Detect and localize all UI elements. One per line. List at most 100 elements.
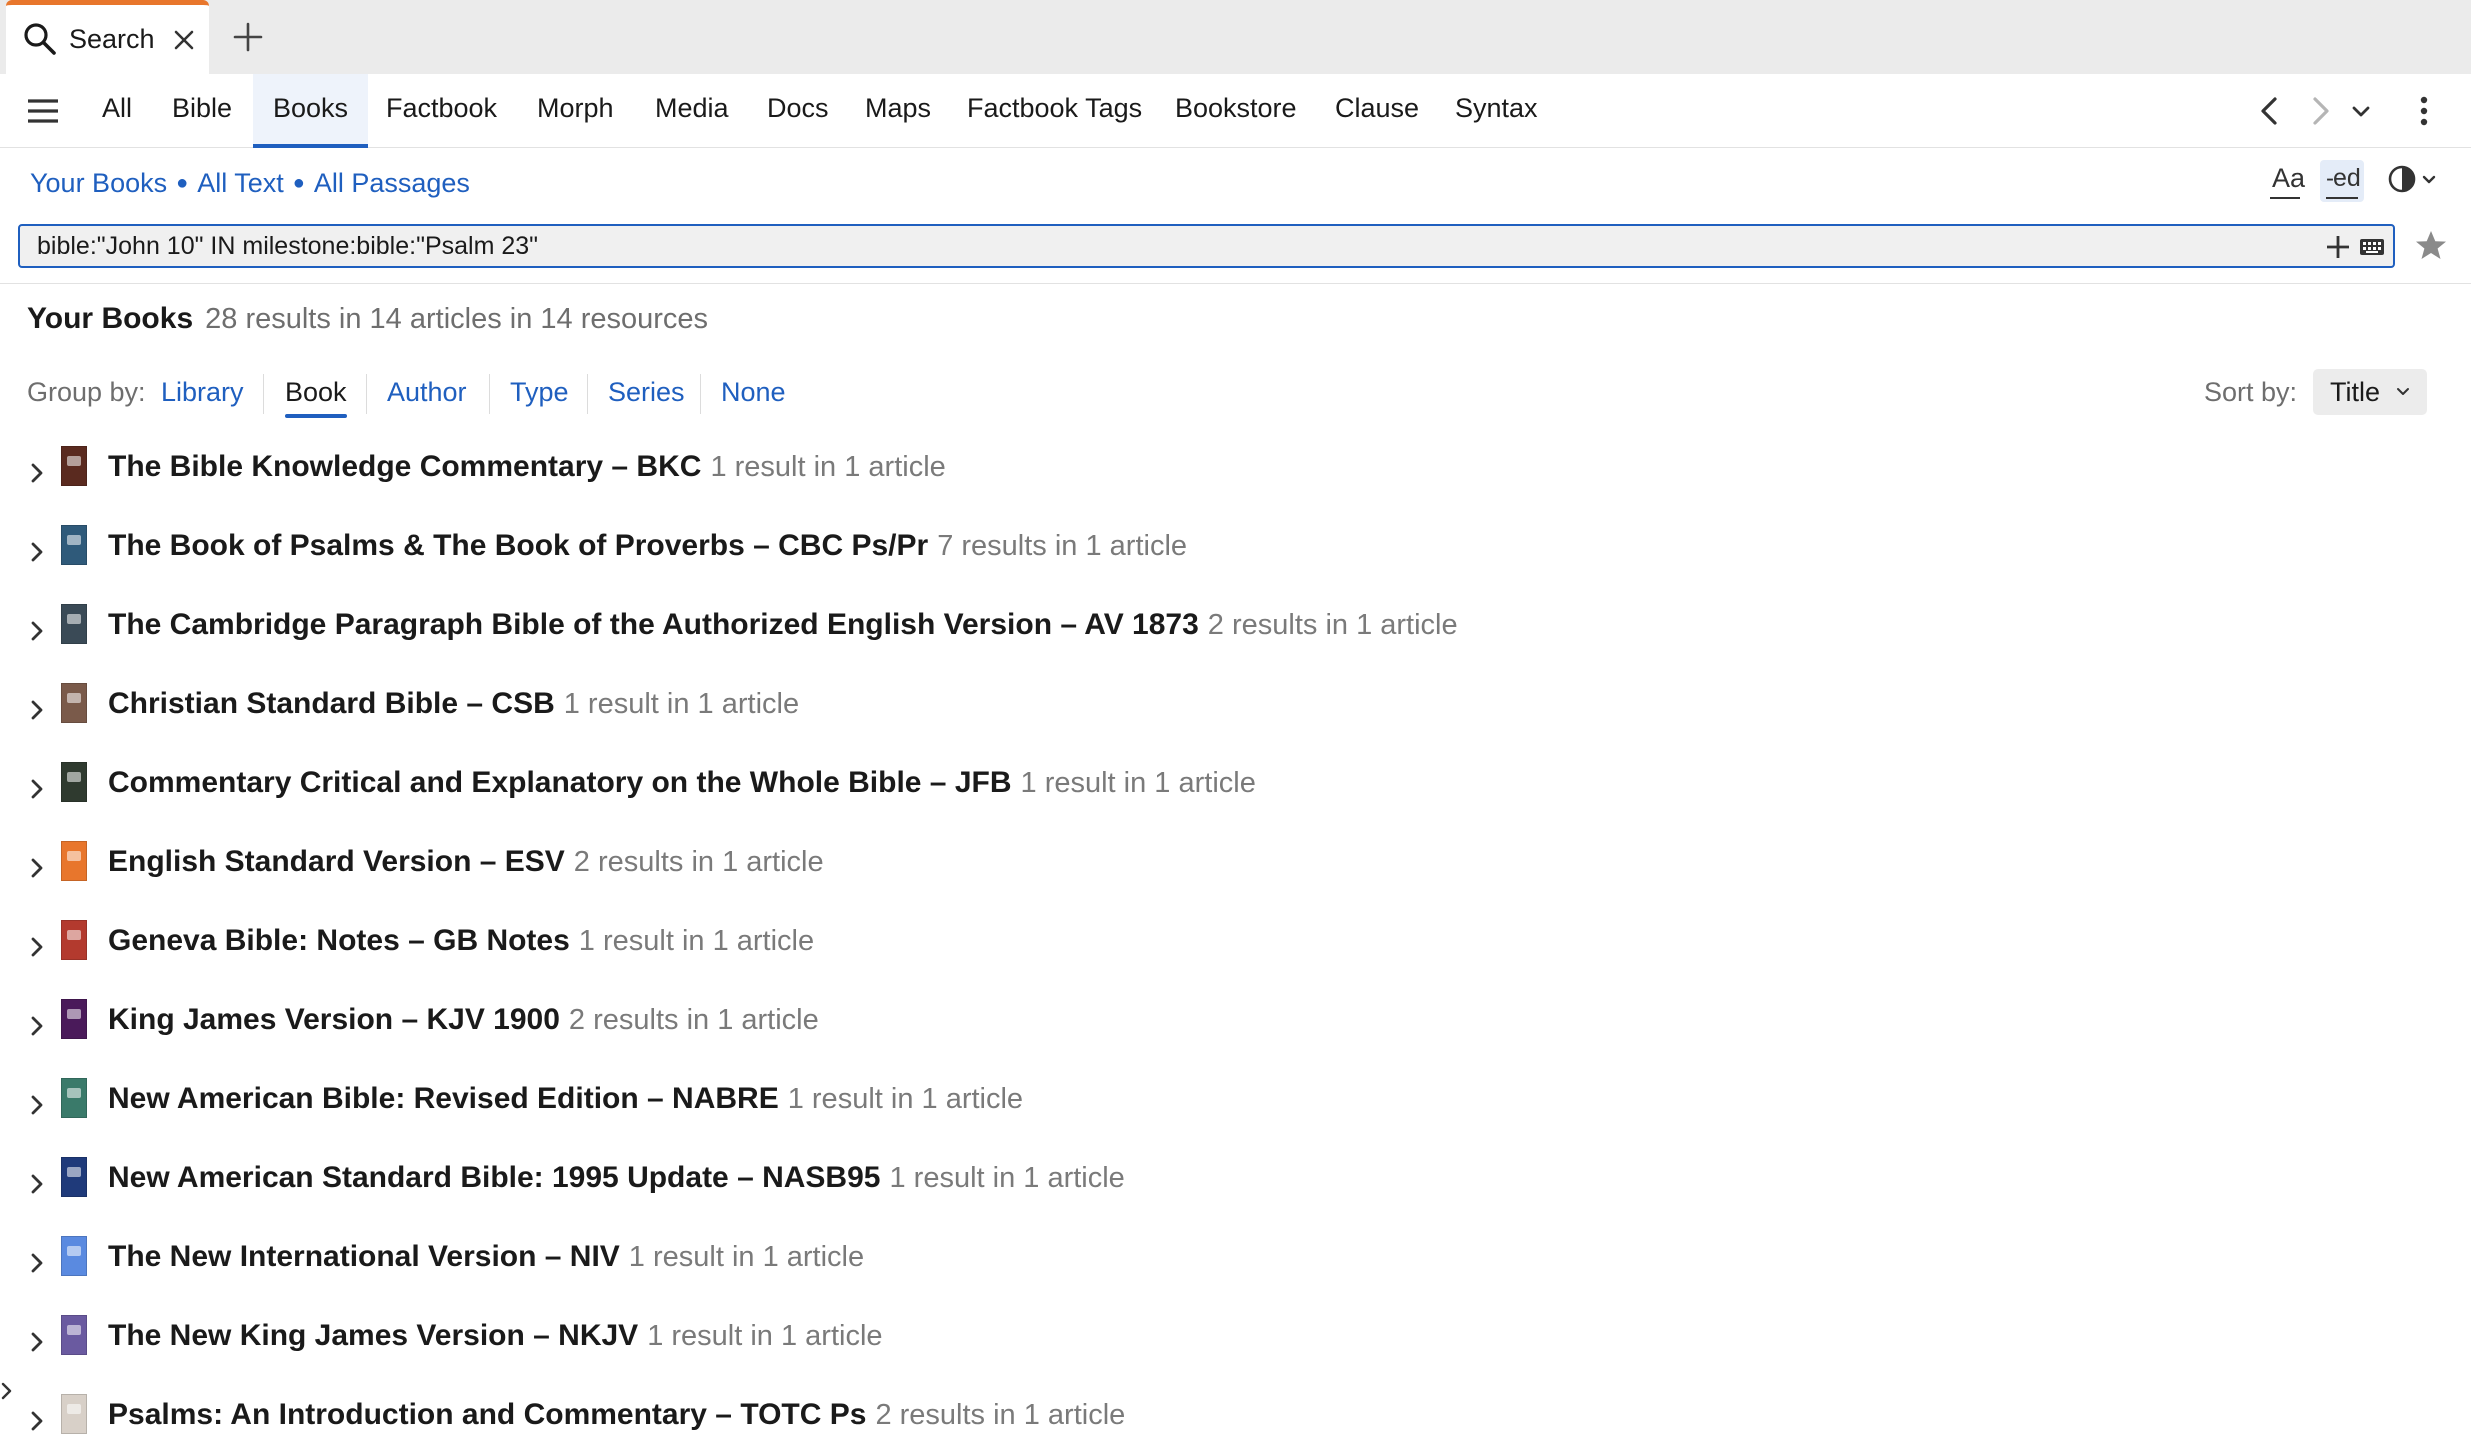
search-type-bar: All Bible Books Factbook Morph Media Doc…	[0, 74, 2471, 148]
chevron-right-icon[interactable]	[28, 1250, 46, 1276]
result-count: 1 result in 1 article	[710, 451, 946, 483]
nav-bible[interactable]: Bible	[172, 74, 232, 148]
chevron-right-icon[interactable]	[28, 1092, 46, 1118]
book-cover-thumbnail	[61, 1157, 87, 1197]
keyboard-icon[interactable]	[2359, 237, 2385, 257]
result-count: 2 results in 1 article	[875, 1399, 1126, 1431]
chevron-right-icon[interactable]	[28, 934, 46, 960]
separator-dot: ●	[176, 172, 189, 194]
result-row[interactable]: The Bible Knowledge Commentary – BKC 1 re…	[0, 440, 2471, 519]
separator	[587, 374, 588, 414]
chevron-right-icon[interactable]	[28, 1171, 46, 1197]
group-by-series[interactable]: Series	[608, 377, 685, 408]
result-title: English Standard Version – ESV 2 results …	[108, 845, 824, 879]
panel-expand-chevron-icon[interactable]	[0, 1380, 14, 1402]
nav-docs[interactable]: Docs	[767, 74, 829, 148]
result-title: Psalms: An Introduction and Commentary –…	[108, 1398, 1125, 1432]
result-row[interactable]: The Book of Psalms & The Book of Proverb…	[0, 519, 2471, 598]
chevron-right-icon[interactable]	[28, 1408, 46, 1434]
new-tab-plus-icon[interactable]	[232, 21, 264, 53]
result-row[interactable]: King James Version – KJV 1900 2 results i…	[0, 993, 2471, 1072]
edit-underline	[2326, 197, 2358, 199]
result-count: 1 result in 1 article	[1020, 767, 1256, 799]
book-cover-thumbnail	[61, 920, 87, 960]
tab-strip: Search	[0, 0, 2471, 74]
font-size-button[interactable]: Aa	[2266, 160, 2306, 202]
nav-bookstore[interactable]: Bookstore	[1175, 74, 1297, 148]
search-icon	[24, 23, 56, 55]
result-row[interactable]: Psalms: An Introduction and Commentary –…	[0, 1388, 2471, 1440]
nav-books[interactable]: Books	[253, 74, 369, 148]
chevron-right-icon[interactable]	[28, 539, 46, 565]
add-query-icon[interactable]	[2325, 234, 2351, 260]
chevron-right-icon[interactable]	[28, 697, 46, 723]
result-row[interactable]: The Cambridge Paragraph Bible of the Aut…	[0, 598, 2471, 677]
nav-morph[interactable]: Morph	[537, 74, 614, 148]
result-row[interactable]: Geneva Bible: Notes – GB Notes 1 result i…	[0, 914, 2471, 993]
star-icon[interactable]	[2414, 229, 2448, 263]
result-row[interactable]: The New King James Version – NKJV 1 resul…	[0, 1309, 2471, 1388]
edit-label: ed	[2333, 164, 2361, 192]
chevron-right-icon[interactable]	[28, 618, 46, 644]
group-by-book[interactable]: Book	[285, 377, 347, 408]
book-cover-thumbnail	[61, 1078, 87, 1118]
result-title: King James Version – KJV 1900 2 results i…	[108, 1003, 819, 1037]
resource-name: The Cambridge Paragraph Bible of the Aut…	[108, 608, 1199, 641]
scope-all-text-link[interactable]: All Text	[197, 168, 284, 198]
edit-highlight-button[interactable]: - ed	[2320, 160, 2364, 202]
nav-all[interactable]: All	[102, 74, 132, 148]
result-title: The Bible Knowledge Commentary – BKC 1 re…	[108, 450, 946, 484]
display-theme-icon[interactable]	[2387, 160, 2437, 202]
result-title: The New International Version – NIV 1 res…	[108, 1240, 864, 1274]
sort-by-dropdown[interactable]: Title	[2313, 369, 2427, 415]
chevron-right-icon[interactable]	[28, 1329, 46, 1355]
resource-name: Geneva Bible: Notes – GB Notes	[108, 924, 570, 957]
chevron-right-icon[interactable]	[28, 460, 46, 486]
resource-name: King James Version – KJV 1900	[108, 1003, 560, 1036]
group-by-type[interactable]: Type	[510, 377, 569, 408]
separator	[700, 374, 701, 414]
nav-syntax[interactable]: Syntax	[1455, 74, 1538, 148]
forward-arrow-icon[interactable]	[2303, 94, 2337, 128]
result-row[interactable]: Commentary Critical and Explanatory on t…	[0, 756, 2471, 835]
group-by-author[interactable]: Author	[387, 377, 467, 408]
hamburger-menu-icon[interactable]	[26, 97, 60, 125]
font-size-label: Aa	[2272, 163, 2306, 193]
history-dropdown-icon[interactable]	[2344, 94, 2378, 128]
nav-media[interactable]: Media	[655, 74, 729, 148]
more-options-icon[interactable]	[2407, 94, 2441, 128]
chevron-right-icon[interactable]	[28, 855, 46, 881]
tab-title: Search	[69, 24, 155, 54]
chevron-right-icon[interactable]	[28, 1013, 46, 1039]
separator	[489, 374, 490, 414]
result-title: Geneva Bible: Notes – GB Notes 1 result i…	[108, 924, 814, 958]
group-by-library[interactable]: Library	[161, 377, 244, 408]
group-by-none[interactable]: None	[721, 377, 786, 408]
result-row[interactable]: English Standard Version – ESV 2 results …	[0, 835, 2471, 914]
result-row[interactable]: The New International Version – NIV 1 res…	[0, 1230, 2471, 1309]
nav-factbook[interactable]: Factbook	[386, 74, 497, 148]
resource-name: The New King James Version – NKJV	[108, 1319, 639, 1352]
resource-name: New American Standard Bible: 1995 Update…	[108, 1161, 881, 1194]
scope-your-books-link[interactable]: Your Books	[30, 168, 167, 198]
result-count: 1 result in 1 article	[578, 925, 815, 957]
nav-clause[interactable]: Clause	[1335, 74, 1419, 148]
book-cover-thumbnail	[61, 446, 87, 486]
back-arrow-icon[interactable]	[2253, 94, 2287, 128]
book-cover-thumbnail	[61, 1315, 87, 1355]
result-row[interactable]: Christian Standard Bible – CSB 1 result i…	[0, 677, 2471, 756]
separator	[263, 374, 264, 414]
nav-maps[interactable]: Maps	[865, 74, 931, 148]
tab-search[interactable]: Search	[6, 0, 209, 74]
resource-name: Christian Standard Bible – CSB	[108, 687, 555, 720]
search-query-input[interactable]: bible:"John 10" IN milestone:bible:"Psal…	[18, 224, 2395, 268]
separator	[366, 374, 367, 414]
result-count: 1 result in 1 article	[563, 688, 800, 720]
summary-title: Your Books	[27, 302, 194, 335]
result-row[interactable]: New American Standard Bible: 1995 Update…	[0, 1151, 2471, 1230]
result-row[interactable]: New American Bible: Revised Edition – NA…	[0, 1072, 2471, 1151]
nav-factbook-tags[interactable]: Factbook Tags	[967, 74, 1142, 148]
chevron-right-icon[interactable]	[28, 776, 46, 802]
close-icon[interactable]	[172, 28, 196, 52]
scope-all-passages-link[interactable]: All Passages	[314, 168, 470, 198]
